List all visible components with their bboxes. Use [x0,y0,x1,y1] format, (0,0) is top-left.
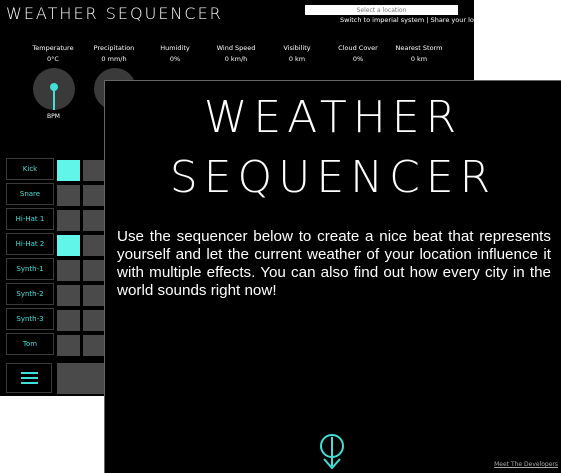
metric-value: 0°C [47,55,59,63]
metric-humidity: Humidity 0% [142,44,208,63]
metric-name: Visibility [283,44,311,52]
hamburger-icon [21,377,38,379]
step-cell[interactable] [57,310,80,331]
track-tom[interactable]: Tom [6,333,54,355]
bpm-label: BPM [47,113,60,120]
metric-nearest-storm: Nearest Storm 0 km [386,44,452,63]
metric-name: Nearest Storm [395,44,443,52]
step-cell[interactable] [57,235,80,256]
step-cell[interactable] [57,260,80,281]
scroll-down-icon[interactable] [318,433,346,471]
top-links: Switch to imperial system | Share your l… [340,16,482,24]
track-kick[interactable]: Kick [6,158,54,180]
metric-precipitation: Precipitation 0 mm/h [81,44,147,63]
menu-button[interactable] [6,363,52,393]
overlay-logo: WEATHER SEQUENCER [170,92,496,203]
metric-value: 0 km [410,55,428,63]
track-synth2[interactable]: Synth-2 [6,283,54,305]
metric-cloud-cover: Cloud Cover 0% [325,44,391,63]
step-cell[interactable] [57,285,80,306]
hamburger-icon [21,382,38,384]
track-synth1[interactable]: Synth-1 [6,258,54,280]
metric-name: Wind Speed [216,44,256,52]
metric-name: Humidity [160,44,190,52]
step-cell[interactable] [57,335,80,356]
metric-visibility: Visibility 0 km [264,44,330,63]
step-grid [57,160,107,360]
weather-metrics: Temperature 0°C Precipitation 0 mm/h Hum… [20,44,472,64]
location-input[interactable] [305,5,458,15]
metric-value: 0% [169,55,181,63]
metric-value: 0 mm/h [101,55,127,63]
intro-overlay: WEATHER SEQUENCER Use the sequencer belo… [104,80,561,473]
metric-value: 0 km [288,55,306,63]
track-hihat1[interactable]: Hi-Hat 1 [6,208,54,230]
track-synth3[interactable]: Synth-3 [6,308,54,330]
metric-value: 0% [352,55,364,63]
logo-line-2: SEQUENCER [170,152,496,203]
control-block[interactable] [57,363,104,394]
imperial-link[interactable]: Switch to imperial system [340,16,424,24]
step-cell[interactable] [57,210,80,231]
hamburger-icon [21,372,38,374]
metric-name: Temperature [32,44,74,52]
metric-name: Precipitation [93,44,135,52]
track-snare[interactable]: Snare [6,183,54,205]
metric-name: Cloud Cover [338,44,378,52]
app-title: WEATHER SEQUENCER [6,4,223,23]
metric-value: 0 km/h [224,55,248,63]
app-logo: WEATHER SEQUENCER [6,4,226,24]
track-hihat2[interactable]: Hi-Hat 2 [6,233,54,255]
step-cell[interactable] [57,185,80,206]
share-link[interactable]: Share your loop [431,16,482,24]
bpm-knob[interactable] [33,68,75,110]
logo-line-1: WEATHER [204,92,462,143]
developers-link[interactable]: Meet The Developers [494,461,558,468]
step-cell[interactable] [57,160,80,181]
metric-wind-speed: Wind Speed 0 km/h [203,44,269,63]
track-list: Kick Snare Hi-Hat 1 Hi-Hat 2 Synth-1 Syn… [6,158,54,356]
metric-temperature: Temperature 0°C [20,44,86,63]
knob-indicator [53,86,55,110]
intro-text: Use the sequencer below to create a nice… [117,228,551,299]
